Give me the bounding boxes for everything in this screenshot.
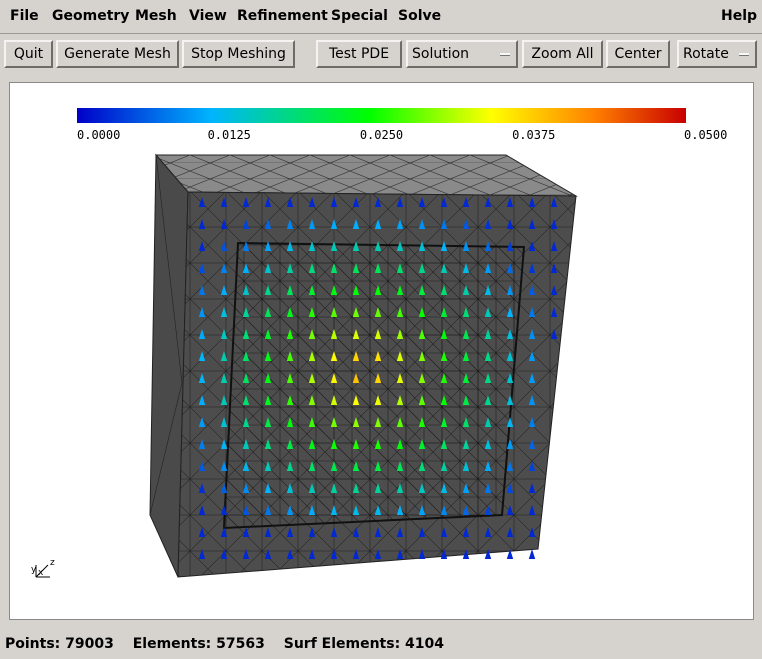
dropdown-indicator-icon xyxy=(739,53,749,56)
menu-mesh[interactable]: Mesh xyxy=(135,8,177,24)
surf-elements-count: Surf Elements: 4104 xyxy=(283,636,445,652)
menu-file[interactable]: File xyxy=(10,8,39,24)
mesh-refined-region xyxy=(224,243,524,528)
test-pde-button[interactable]: Test PDE xyxy=(316,40,402,68)
status-bar: Points: 79003 Elements: 57563 Surf Eleme… xyxy=(5,636,458,652)
axis-x-label: x xyxy=(38,568,44,578)
solution-select[interactable]: Solution xyxy=(406,40,518,68)
colorbar-tick-label: 0.0250 xyxy=(360,128,403,142)
colorbar xyxy=(77,108,686,123)
colorbar-ticks: 0.0000 0.0125 0.0250 0.0375 0.0500 xyxy=(77,128,727,142)
menu-help[interactable]: Help xyxy=(721,8,757,24)
rotate-select[interactable]: Rotate xyxy=(677,40,757,68)
render-viewport[interactable]: 0.0000 0.0125 0.0250 0.0375 0.0500 x y z xyxy=(9,82,754,620)
menu-special[interactable]: Special xyxy=(331,8,388,24)
axis-z-label: z xyxy=(50,558,55,568)
viewport-canvas[interactable]: 0.0000 0.0125 0.0250 0.0375 0.0500 x y z xyxy=(10,83,753,619)
quit-button[interactable]: Quit xyxy=(4,40,53,68)
center-button[interactable]: Center xyxy=(606,40,670,68)
zoom-all-button[interactable]: Zoom All xyxy=(522,40,603,68)
colorbar-tick-label: 0.0125 xyxy=(208,128,251,142)
toolbar: Quit Generate Mesh Stop Meshing Test PDE… xyxy=(0,38,762,70)
menu-solve[interactable]: Solve xyxy=(398,8,441,24)
rotate-select-label: Rotate xyxy=(683,46,729,62)
vector-cone xyxy=(528,549,536,559)
mesh-top-face-lines xyxy=(156,155,576,196)
menu-geometry[interactable]: Geometry xyxy=(52,8,129,24)
generate-mesh-button[interactable]: Generate Mesh xyxy=(56,40,179,68)
colorbar-tick-label: 0.0375 xyxy=(512,128,555,142)
solution-select-label: Solution xyxy=(412,46,470,62)
menu-refinement[interactable]: Refinement xyxy=(237,8,328,24)
colorbar-tick-label: 0.0500 xyxy=(684,128,727,142)
dropdown-indicator-icon xyxy=(500,53,510,56)
colorbar-tick-label: 0.0000 xyxy=(77,128,120,142)
axes-indicator: x y z xyxy=(31,558,55,578)
stop-meshing-button[interactable]: Stop Meshing xyxy=(182,40,295,68)
elements-count: Elements: 57563 xyxy=(132,636,265,652)
axis-y-label: y xyxy=(31,565,37,575)
menu-bar: File Geometry Mesh View Refinement Speci… xyxy=(0,0,762,34)
points-count: Points: 79003 xyxy=(5,636,114,652)
menu-view[interactable]: View xyxy=(189,8,227,24)
